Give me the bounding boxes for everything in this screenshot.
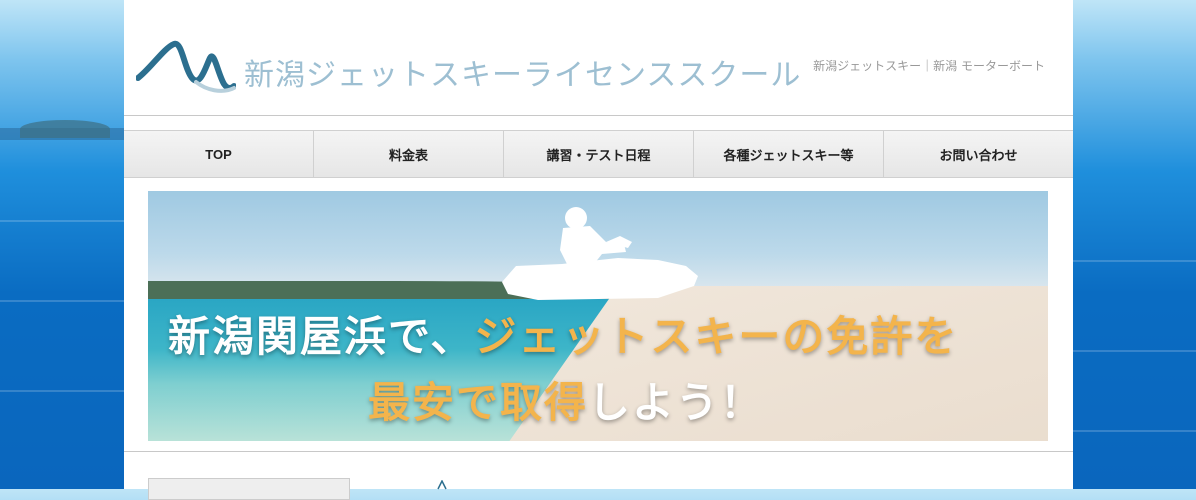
hero-headline-part2: しよう！ — [588, 378, 765, 427]
hero-banner: 新潟関屋浜で、ジェットスキーの免許を 最安で取得しよう！ — [148, 191, 1048, 441]
site-title[interactable]: 新潟ジェットスキーライセンススクール — [244, 50, 801, 94]
site-header: 新潟ジェットスキーライセンススクール 新潟ジェットスキー｜新潟 モーターボート — [124, 0, 1073, 116]
hero-headline-highlight2: 最安で取得 — [368, 378, 589, 427]
page-container: 新潟ジェットスキーライセンススクール 新潟ジェットスキー｜新潟 モーターボート … — [124, 0, 1073, 500]
sidebar-box — [148, 478, 350, 500]
site-tagline: 新潟ジェットスキー｜新潟 モーターボート — [813, 59, 1045, 73]
main-nav: TOP 料金表 講習・テスト日程 各種ジェットスキー等 お問い合わせ — [124, 130, 1073, 178]
hero-headline-part1: 新潟関屋浜で、 — [168, 312, 475, 361]
hero-headline-line2: 最安で取得しよう！ — [368, 369, 764, 430]
content-divider — [124, 451, 1073, 452]
wave-logo-icon[interactable] — [136, 38, 236, 94]
jetski-rider-icon — [502, 207, 698, 300]
hero-headline-line1: 新潟関屋浜で、ジェットスキーの免許を — [168, 303, 1048, 364]
nav-item-contact[interactable]: お問い合わせ — [884, 131, 1073, 177]
background-sea-left — [0, 0, 124, 489]
hero-headline-highlight1: ジェットスキーの免許を — [474, 312, 959, 361]
nav-item-top[interactable]: TOP — [124, 131, 314, 177]
nav-item-schedule[interactable]: 講習・テスト日程 — [504, 131, 694, 177]
nav-item-jetski-types[interactable]: 各種ジェットスキー等 — [694, 131, 884, 177]
background-sea-right — [1073, 0, 1196, 489]
nav-item-price[interactable]: 料金表 — [314, 131, 504, 177]
